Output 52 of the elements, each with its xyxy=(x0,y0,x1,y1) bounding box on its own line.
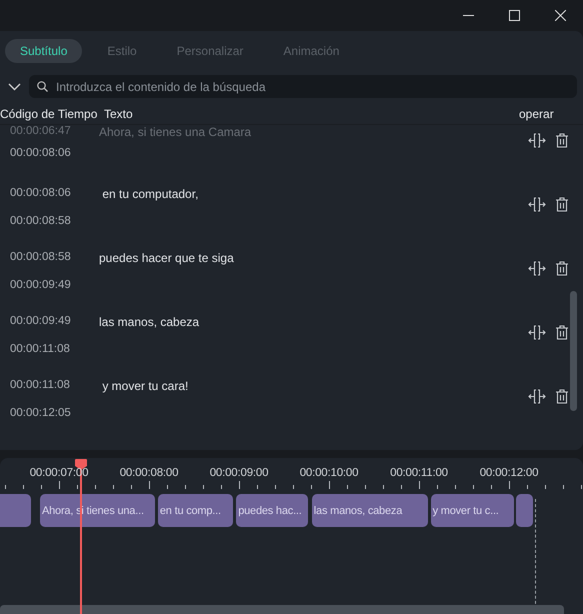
column-header: operar xyxy=(519,107,555,121)
split-icon[interactable] xyxy=(528,389,546,404)
search-field[interactable]: Introduzca el contenido de la búsqueda xyxy=(29,75,577,98)
subtitle-text: puedes hacer que te siga xyxy=(99,250,235,267)
trash-icon[interactable] xyxy=(555,325,569,340)
subtitle-text: y mover tu cara! xyxy=(101,378,190,395)
tab[interactable]: Estilo xyxy=(92,39,152,63)
end-time: 00:00:11:08 xyxy=(10,343,71,355)
subtitle-clip[interactable]: las manos, cabeza xyxy=(312,494,428,527)
column-header: Texto xyxy=(104,107,134,121)
subtitle-clip[interactable]: y mover tu c... xyxy=(430,494,514,527)
ruler-time-label: 00:00:11:00 xyxy=(390,467,448,479)
search-input[interactable]: Introduzca el contenido de la búsqueda xyxy=(54,78,569,94)
scrollbar[interactable] xyxy=(0,605,564,614)
start-time: 00:00:09:49 xyxy=(10,315,72,327)
trash-icon[interactable] xyxy=(555,133,569,148)
trash-icon[interactable] xyxy=(555,197,569,212)
ruler-time-label: 00:00:09:00 xyxy=(210,467,268,479)
tab[interactable]: Animación xyxy=(268,39,354,63)
split-icon[interactable] xyxy=(528,261,546,276)
start-time: 00:00:11:08 xyxy=(10,379,71,391)
start-time: 00:00:08:06 xyxy=(10,187,72,199)
split-icon[interactable] xyxy=(528,197,546,212)
end-time: 00:00:09:49 xyxy=(10,279,72,291)
trash-icon[interactable] xyxy=(555,389,569,404)
column-header: Código de Tiempo xyxy=(0,107,98,121)
chevron-down-icon[interactable] xyxy=(8,82,21,90)
subtitle-text: en tu computador, xyxy=(101,186,200,203)
maximize-icon xyxy=(508,10,520,20)
split-icon[interactable] xyxy=(528,325,546,340)
subtitle-text: las manos, cabeza xyxy=(99,314,200,331)
end-time: 00:00:12:05 xyxy=(10,407,72,419)
minimize-icon xyxy=(462,14,474,16)
start-time: 00:00:08:58 xyxy=(10,251,72,263)
start-time: 00:00:06:47 xyxy=(10,125,72,137)
end-time: 00:00:08:58 xyxy=(10,215,72,227)
ruler-time-label: 00:00:10:00 xyxy=(300,467,358,479)
close-icon xyxy=(554,10,566,20)
ruler-time-label: 00:00:08:00 xyxy=(120,467,178,479)
subtitle-clip[interactable]: en tu comp... xyxy=(158,494,234,527)
trash-icon[interactable] xyxy=(555,261,569,276)
ruler-time-label: 00:00:12:00 xyxy=(480,467,538,479)
scrollbar[interactable] xyxy=(570,291,577,411)
subtitle-clip[interactable]: puedes hac... xyxy=(236,494,308,527)
subtitle-clip[interactable] xyxy=(0,494,31,527)
search-icon xyxy=(37,81,48,92)
subtitle-text: Ahora, si tienes una Camara xyxy=(99,125,252,141)
tab[interactable]: Personalizar xyxy=(162,39,258,63)
split-icon[interactable] xyxy=(528,133,546,148)
end-time: 00:00:08:06 xyxy=(10,147,72,159)
subtitle-clip[interactable] xyxy=(516,494,534,527)
tab[interactable]: Subtítulo xyxy=(5,39,82,63)
